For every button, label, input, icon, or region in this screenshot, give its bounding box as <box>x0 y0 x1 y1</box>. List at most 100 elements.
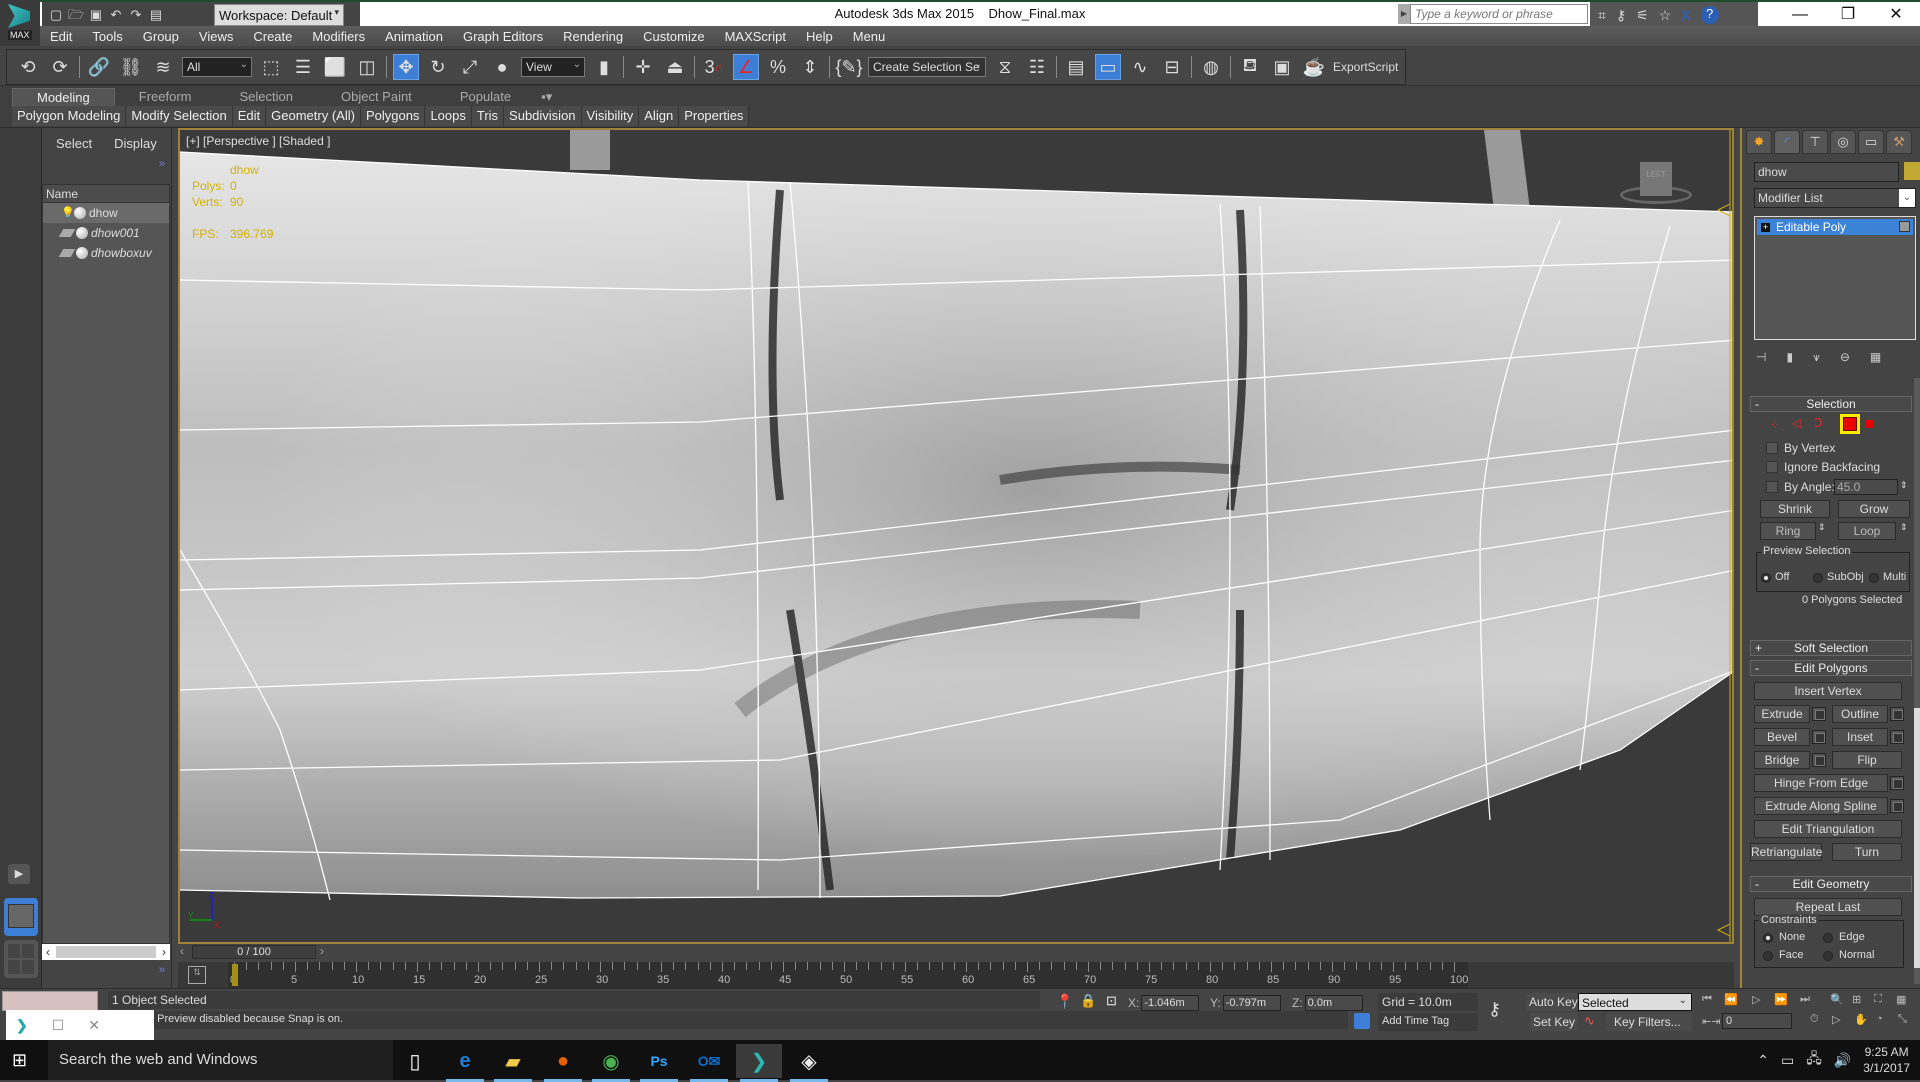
flip-button[interactable]: Flip <box>1832 751 1902 769</box>
set-key-button[interactable]: Set Key <box>1530 1013 1579 1031</box>
by-vertex-checkbox[interactable] <box>1766 442 1778 454</box>
render-production-icon[interactable]: ☕ <box>1301 54 1327 80</box>
edit-geometry-header[interactable]: - Edit Geometry <box>1750 876 1912 892</box>
maximize-viewport-icon[interactable]: ⤡ <box>1898 1013 1907 1026</box>
undo-icon[interactable]: ⟲ <box>15 54 41 80</box>
photoshop-icon[interactable]: Ps <box>636 1044 682 1082</box>
absolute-mode-icon[interactable]: ⊡ <box>1106 993 1117 1009</box>
material-editor-icon[interactable]: ◍ <box>1198 54 1224 80</box>
panel-loops[interactable]: Loops <box>425 106 472 126</box>
preview-subobj-radio[interactable] <box>1813 573 1823 583</box>
configure-modifier-sets-icon[interactable]: ▦ <box>1870 350 1881 365</box>
ring-button[interactable]: Ring <box>1760 522 1816 540</box>
scene-tab-display[interactable]: Display <box>114 136 157 151</box>
show-end-result-icon[interactable]: ▮ <box>1786 350 1793 365</box>
field-of-view-icon[interactable]: ▷ <box>1832 1013 1840 1026</box>
viewcube-face-left[interactable]: LEFT <box>1640 162 1672 196</box>
scene-item[interactable]: dhow001 <box>43 223 169 243</box>
scroll-left-icon[interactable]: ‹ <box>46 945 50 959</box>
ignore-backfacing-checkbox[interactable] <box>1766 461 1778 473</box>
layer-explorer-icon[interactable]: ▤ <box>1063 54 1089 80</box>
insert-vertex-button[interactable]: Insert Vertex <box>1754 682 1902 700</box>
extrude-settings-button[interactable] <box>1812 707 1826 721</box>
layer-icon[interactable] <box>58 249 76 257</box>
percent-snap-icon[interactable]: % <box>765 54 791 80</box>
selection-rollout-header[interactable]: - Selection <box>1750 396 1912 412</box>
unity-icon[interactable]: ◈ <box>786 1044 832 1082</box>
track-bar[interactable]: ⇅ 05101520253035404550556065707580859095… <box>178 962 1734 988</box>
chrome-icon[interactable]: ◉ <box>588 1044 634 1082</box>
open-file-icon[interactable]: 🗁 <box>68 7 84 23</box>
inset-settings-button[interactable] <box>1890 730 1904 744</box>
taskbar-search-box[interactable]: Search the web and Windows <box>48 1040 393 1080</box>
menu-animation[interactable]: Animation <box>375 29 453 44</box>
tab-freeform[interactable]: Freeform <box>115 88 216 106</box>
named-selection-dropdown[interactable]: Create Selection Se ⌄ <box>868 57 986 77</box>
turn-button[interactable]: Turn <box>1832 843 1902 861</box>
expand-layouts-button[interactable]: ▶ <box>8 864 30 884</box>
time-slider-prev-icon[interactable]: ‹ <box>180 944 184 958</box>
panel-polygons[interactable]: Polygons <box>360 106 426 126</box>
constraint-normal-radio[interactable] <box>1823 951 1833 961</box>
file-explorer-icon[interactable]: ▰ <box>490 1044 536 1082</box>
align-icon[interactable]: ☷ <box>1024 54 1050 80</box>
inset-button[interactable]: Inset <box>1832 728 1888 746</box>
zoom-extents-all-icon[interactable]: ▦ <box>1896 993 1906 1006</box>
minimized-window[interactable]: ❯ ☐ ✕ <box>6 1010 154 1040</box>
panel-geometry-all[interactable]: Geometry (All) <box>266 106 361 126</box>
border-mode-icon[interactable]: Ↄ <box>1814 416 1822 430</box>
panel-subdivision[interactable]: Subdivision <box>504 106 582 126</box>
network-icon[interactable]: 🖧 <box>1806 1048 1822 1072</box>
extrude-spline-settings-button[interactable] <box>1890 799 1904 813</box>
panel-edit[interactable]: Edit <box>232 106 267 126</box>
ring-spinner-icon[interactable]: ⇕ <box>1818 522 1826 533</box>
menu-customize[interactable]: Customize <box>633 29 714 44</box>
tab-selection[interactable]: Selection <box>216 88 317 106</box>
outline-button[interactable]: Outline <box>1832 705 1888 723</box>
extrude-along-spline-button[interactable]: Extrude Along Spline <box>1754 797 1888 815</box>
place-icon[interactable]: ● <box>489 54 515 80</box>
object-name-field[interactable]: dhow <box>1754 162 1899 182</box>
scroll-right-icon[interactable]: › <box>162 945 166 959</box>
selection-filter-dropdown[interactable]: All ⌄ <box>182 57 252 77</box>
menu-rendering[interactable]: Rendering <box>553 29 633 44</box>
menu-help[interactable]: Help <box>796 29 843 44</box>
time-cursor[interactable] <box>232 964 238 986</box>
menu-maxscript[interactable]: MAXScript <box>715 29 796 44</box>
play-icon[interactable]: ▷ <box>1752 993 1760 1006</box>
search-expand-icon[interactable]: ▶ <box>1398 4 1410 24</box>
redo-icon[interactable]: ⟳ <box>47 54 73 80</box>
menu-edit[interactable]: Edit <box>40 29 82 44</box>
edit-triangulation-button[interactable]: Edit Triangulation <box>1754 820 1902 838</box>
rendered-frame-window-icon[interactable]: ▣ <box>1269 54 1295 80</box>
coord-x-field[interactable]: -1.046m <box>1141 995 1200 1011</box>
modifier-toggle-checkbox[interactable] <box>1899 221 1910 232</box>
help-icon[interactable]: ? <box>1700 6 1719 24</box>
select-object-icon[interactable]: ⬚ <box>258 54 284 80</box>
make-unique-icon[interactable]: ⩛ <box>1813 350 1820 365</box>
menu-create[interactable]: Create <box>243 29 302 44</box>
key-filters-button[interactable]: Key Filters... <box>1606 1013 1692 1031</box>
battery-icon[interactable]: ▭ <box>1781 1052 1794 1069</box>
time-slider-next-icon[interactable]: › <box>320 944 324 958</box>
angle-snap-icon[interactable]: ∠ <box>733 54 759 80</box>
constraint-edge-radio[interactable] <box>1823 933 1833 943</box>
edit-named-selection-icon[interactable]: {✎} <box>835 54 862 80</box>
bridge-button[interactable]: Bridge <box>1754 751 1810 769</box>
schematic-view-icon[interactable]: ⊟ <box>1159 54 1185 80</box>
menu-graph-editors[interactable]: Graph Editors <box>453 29 553 44</box>
hinge-settings-button[interactable] <box>1890 776 1904 790</box>
hinge-from-edge-button[interactable]: Hinge From Edge <box>1754 774 1888 792</box>
layer-icon[interactable] <box>58 229 76 237</box>
by-angle-spinner[interactable]: 45.0 <box>1834 479 1898 495</box>
key-mode-dropdown[interactable]: Selected ⌄ <box>1578 993 1692 1011</box>
layout-quad-button[interactable] <box>4 940 38 978</box>
export-script-button[interactable]: ExportScript <box>1333 60 1398 74</box>
curve-editor-icon[interactable]: ∿ <box>1127 54 1153 80</box>
menu-modifiers[interactable]: Modifiers <box>302 29 375 44</box>
scene-tab-select[interactable]: Select <box>56 136 92 151</box>
zoom-all-icon[interactable]: ⊞ <box>1852 993 1861 1006</box>
display-tab-icon[interactable]: ▭ <box>1858 130 1884 154</box>
spinner-snap-icon[interactable]: ⇕ <box>797 54 823 80</box>
key-mode-toggle-icon[interactable]: ⇤⇥ <box>1702 1015 1720 1028</box>
